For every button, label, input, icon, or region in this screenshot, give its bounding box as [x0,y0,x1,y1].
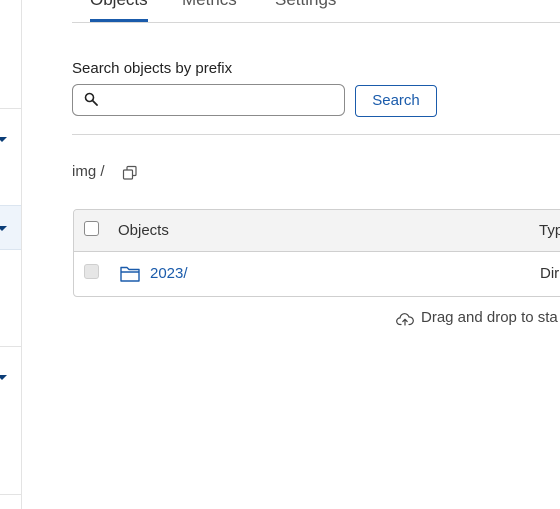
tab-settings[interactable]: Settings [275,0,336,21]
caret-down-icon[interactable] [0,226,7,231]
search-input[interactable] [105,88,339,114]
dropzone-text: Drag and drop to sta [421,309,558,326]
nav-divider [0,108,21,109]
breadcrumb[interactable]: img / [72,163,105,180]
copy-icon[interactable] [122,165,138,181]
object-link[interactable]: 2023/ [150,265,188,282]
nav-divider [0,494,21,495]
cloud-upload-icon [396,313,414,326]
table-header: Objects Typ [74,210,560,252]
search-button[interactable]: Search [355,85,437,117]
column-header-type[interactable]: Typ [539,222,560,239]
caret-down-icon[interactable] [0,137,7,142]
column-header-objects[interactable]: Objects [118,222,169,239]
search-label: Search objects by prefix [72,60,233,77]
search-field[interactable] [72,84,345,116]
caret-down-icon[interactable] [0,375,7,380]
search-icon [84,92,98,106]
nav-item-selected[interactable] [0,205,21,250]
select-all-checkbox[interactable] [84,221,99,236]
tab-metrics[interactable]: Metrics [182,0,237,21]
object-type: Dir [540,265,560,282]
table-row: 2023/ Dir [74,252,560,296]
section-divider [72,134,560,135]
tab-objects[interactable]: Objects [90,0,148,22]
side-navigation [0,0,22,509]
folder-icon [120,266,140,282]
row-checkbox [84,264,99,279]
nav-divider [0,346,21,347]
tab-bar: Objects Metrics Settings [72,0,560,23]
objects-table: Objects Typ 2023/ Dir [73,209,560,297]
